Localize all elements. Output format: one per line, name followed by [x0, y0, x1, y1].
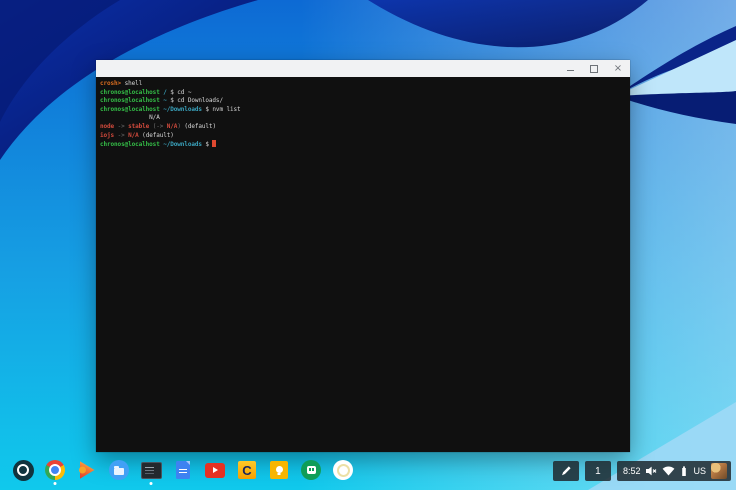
terminal-cursor [212, 140, 216, 147]
shelf: C 1 8:52 [0, 456, 736, 490]
pencil-icon [560, 465, 572, 477]
keyboard-layout-indicator: US [693, 466, 706, 476]
terminal-icon [141, 462, 162, 479]
docs-icon [176, 461, 190, 479]
google-keep-app-button[interactable] [268, 459, 290, 481]
white-ring-icon [333, 460, 353, 480]
wifi-icon [662, 466, 675, 476]
youtube-app-button[interactable] [204, 459, 226, 481]
clock: 8:52 [623, 466, 641, 476]
close-icon: × [614, 64, 622, 74]
running-indicator [54, 482, 57, 485]
desktop: × crosh> shellchronos@localhost / $ cd ~… [0, 0, 736, 490]
terminal-pane[interactable]: crosh> shellchronos@localhost / $ cd ~ch… [96, 77, 630, 452]
system-tray[interactable]: 8:52 US [617, 461, 731, 481]
window-titlebar[interactable]: × [96, 60, 630, 77]
files-app-button[interactable] [108, 459, 130, 481]
notification-count: 1 [595, 466, 601, 477]
google-docs-app-button[interactable] [172, 459, 194, 481]
play-store-disc [79, 467, 86, 474]
caret-letter: C [242, 464, 251, 477]
status-area: 1 8:52 US [553, 461, 731, 481]
minimize-button[interactable] [565, 64, 575, 74]
chrome-icon [45, 460, 65, 480]
app-launcher-button[interactable] [12, 459, 34, 481]
crosh-terminal-app-button[interactable] [140, 459, 162, 481]
user-avatar [711, 463, 727, 479]
play-store-app-button[interactable] [76, 459, 98, 481]
caret-app-button[interactable]: C [236, 459, 258, 481]
white-ring-app-button[interactable] [332, 459, 354, 481]
shelf-app-list: C [12, 459, 354, 481]
crosh-terminal-window: × crosh> shellchronos@localhost / $ cd ~… [96, 60, 630, 452]
maximize-button[interactable] [589, 64, 599, 74]
notification-counter-button[interactable]: 1 [585, 461, 611, 481]
hangouts-icon [301, 460, 321, 480]
app-launcher-icon [13, 460, 34, 481]
battery-icon [680, 465, 688, 477]
caret-icon: C [238, 461, 256, 479]
youtube-icon [205, 463, 225, 478]
running-indicator [150, 482, 153, 485]
hangouts-app-button[interactable] [300, 459, 322, 481]
files-icon [109, 460, 129, 480]
close-button[interactable]: × [613, 64, 623, 74]
keep-icon [270, 461, 288, 479]
terminal-output: crosh> shellchronos@localhost / $ cd ~ch… [100, 80, 630, 150]
maximize-icon [590, 65, 598, 73]
chrome-app-button[interactable] [44, 459, 66, 481]
stylus-tools-button[interactable] [553, 461, 579, 481]
volume-muted-icon [645, 465, 657, 477]
minimize-icon [567, 70, 574, 71]
